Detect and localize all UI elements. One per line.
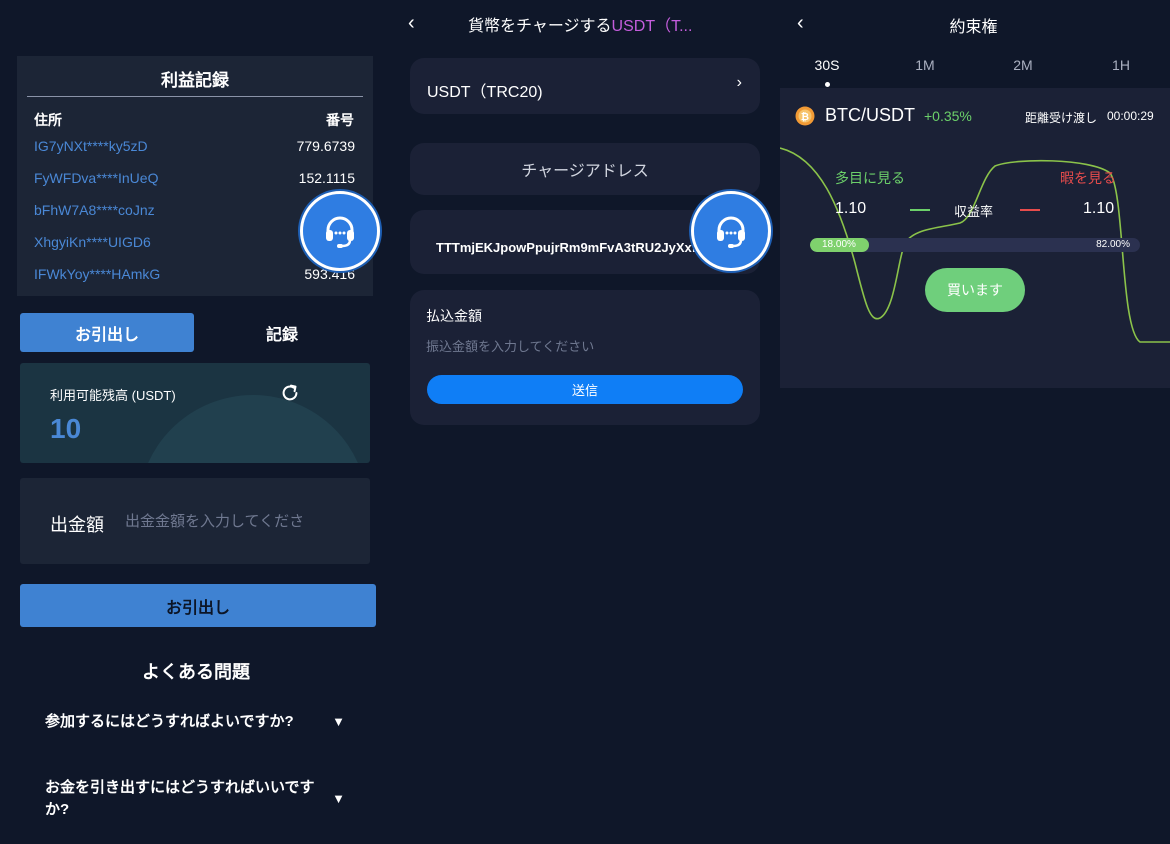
short-percent: 82.00% — [1096, 239, 1130, 250]
svg-text:₿: ₿ — [801, 111, 809, 123]
price-change: +0.35% — [924, 108, 972, 124]
chain-label: USDT（TRC20) — [427, 84, 543, 101]
tab-withdraw[interactable]: お引出し — [20, 313, 194, 352]
short-label: 暇を見る — [1060, 170, 1116, 186]
decorative-circle — [138, 395, 368, 463]
balance-value: 10 — [50, 413, 82, 444]
short-ratio: 1.10 — [1083, 200, 1115, 217]
withdraw-amount-box: 出金額 — [20, 478, 370, 564]
tab-period-1h[interactable]: 1H — [1101, 57, 1141, 73]
faq-item[interactable]: お金を引き出すにはどうすればいいですか? ▼ — [45, 777, 365, 821]
long-dash — [910, 209, 930, 211]
chevron-right-icon: › — [736, 74, 742, 91]
headset-icon — [717, 216, 745, 248]
options-panel: ‹ 約束権 30S 1M 2M 1H ₿ BTC/USDT +0.35% 距離受… — [777, 0, 1170, 844]
caret-down-icon: ▼ — [332, 791, 345, 806]
caret-down-icon: ▼ — [332, 714, 345, 729]
record-address: FyWFDva****InUeQ — [34, 170, 159, 186]
tab-record[interactable]: 記録 — [194, 313, 370, 352]
customer-support-button[interactable] — [691, 191, 771, 271]
faq-question: お金を引き出すにはどうすればいいですか? — [45, 779, 315, 818]
tab-period-30s[interactable]: 30S — [807, 57, 847, 73]
tab-period-2m[interactable]: 2M — [1003, 57, 1043, 73]
record-address: XhgyiKn****UIGD6 — [34, 234, 151, 250]
short-dash — [1020, 209, 1040, 211]
faq-item[interactable]: 参加するにはどうすればよいですか? ▼ — [45, 711, 365, 733]
profit-records-title: 利益記録 — [161, 71, 229, 90]
column-header-address: 住所 — [34, 112, 62, 128]
deposit-panel: ‹ 貨幣をチャージするUSDT（T... USDT（TRC20) › チャージア… — [392, 0, 777, 844]
divider — [27, 96, 363, 97]
amount-label: 出金額 — [50, 515, 104, 535]
faq-title: よくある問題 — [142, 662, 250, 682]
trade-card: ₿ BTC/USDT +0.35% 距離受け渡し 00:00:29 多目に見る … — [780, 88, 1170, 388]
buy-button[interactable]: 買います — [925, 268, 1025, 312]
page-title-main: 貨幣をチャージする — [468, 18, 612, 35]
long-percent: 18.00% — [822, 239, 856, 250]
send-button[interactable]: 送信 — [427, 375, 743, 404]
table-row: IG7yNXt****ky5zD 779.6739 — [17, 138, 355, 162]
tab-period-1m[interactable]: 1M — [905, 57, 945, 73]
customer-support-button[interactable] — [300, 191, 380, 271]
delivery-countdown: 00:00:29 — [1107, 109, 1154, 123]
record-value: 779.6739 — [296, 138, 355, 154]
payment-amount-label: 払込金額 — [426, 308, 482, 324]
long-short-ratio-bar: 18.00% 82.00% — [810, 238, 1140, 252]
record-address: IG7yNXt****ky5zD — [34, 138, 148, 154]
payment-amount-box: 払込金額 送信 — [410, 290, 760, 425]
headset-icon — [326, 216, 354, 248]
faq-question: 参加するにはどうすればよいですか? — [45, 713, 294, 730]
withdraw-panel: 利益記録 住所 番号 IG7yNXt****ky5zD 779.6739 FyW… — [0, 0, 392, 844]
table-row: IFWkYoy****HAmkG 593.416 — [17, 266, 355, 290]
payment-amount-input[interactable] — [426, 335, 736, 357]
withdraw-button[interactable]: お引出し — [20, 584, 376, 627]
record-address: IFWkYoy****HAmkG — [34, 266, 161, 282]
trading-pair: BTC/USDT — [825, 105, 915, 125]
balance-label: 利用可能残高 (USDT) — [50, 388, 176, 403]
column-header-number: 番号 — [326, 112, 354, 128]
refresh-icon[interactable] — [279, 382, 301, 404]
page-title: 貨幣をチャージするUSDT（T... — [468, 12, 692, 36]
balance-card: 利用可能残高 (USDT) 10 — [20, 363, 370, 463]
delivery-countdown-label: 距離受け渡し — [1025, 111, 1098, 125]
back-arrow-icon[interactable]: ‹ — [408, 12, 415, 35]
chain-selector[interactable]: USDT（TRC20) › — [410, 58, 760, 114]
deposit-address-title: チャージアドレス — [410, 143, 760, 195]
record-address: bFhW7A8****coJnz — [34, 202, 155, 218]
deposit-address: TTTmjEKJpowPpujrRm9mFvA3tRU2JyXxfH — [436, 240, 706, 255]
table-row: FyWFDva****InUeQ 152.1115 — [17, 170, 355, 194]
record-value: 152.1115 — [298, 170, 355, 186]
page-title-currency: USDT（T... — [611, 18, 693, 35]
yield-label: 収益率 — [954, 204, 994, 219]
page-title: 約束権 — [949, 19, 998, 36]
long-ratio: 1.10 — [835, 200, 867, 217]
long-label: 多目に見る — [835, 170, 905, 186]
withdraw-amount-input[interactable] — [125, 508, 330, 534]
active-tab-indicator — [825, 82, 830, 87]
bitcoin-icon: ₿ — [795, 106, 815, 126]
